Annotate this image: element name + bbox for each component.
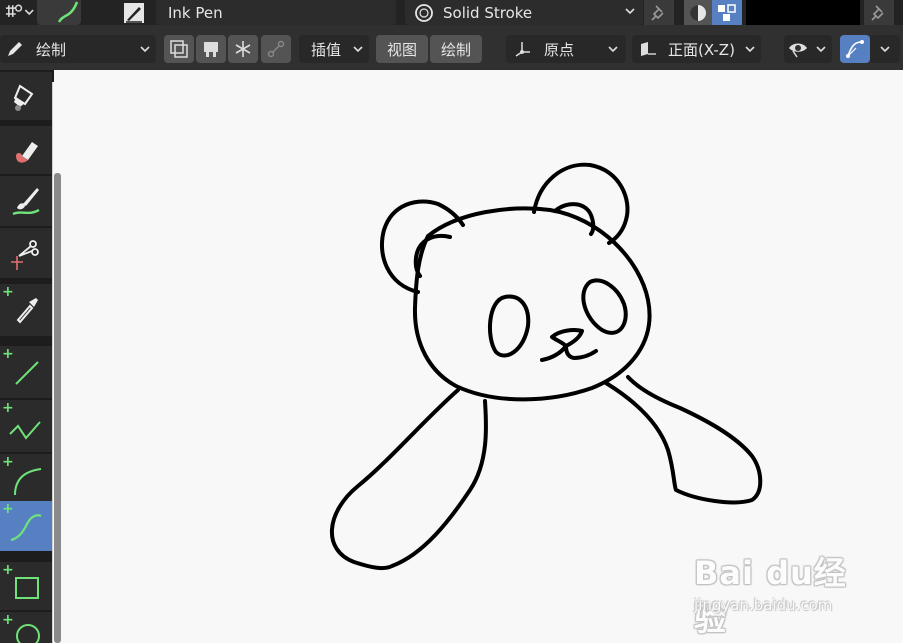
axis-origin-icon: [515, 42, 530, 57]
mode-label: 绘制: [36, 40, 67, 59]
draw-menu-button[interactable]: 绘制: [430, 35, 482, 63]
multiframe-icon[interactable]: [261, 35, 291, 63]
tint-brush-icon: [12, 188, 40, 216]
watermark-url: jingyan.baidu.com: [694, 596, 833, 614]
origin-selector[interactable]: 原点: [506, 35, 626, 63]
grid-icon[interactable]: [712, 0, 742, 25]
fill-bucket-icon: [13, 84, 34, 111]
draw-menu-label: 绘制: [440, 40, 471, 59]
left-eye-stroke: [488, 294, 531, 358]
eye-icon: [789, 43, 807, 58]
plane-label: 正面(X-Z): [668, 40, 735, 59]
pin-icon[interactable]: [864, 0, 894, 25]
tool-settings-icon[interactable]: [0, 0, 37, 25]
curve-tool[interactable]: +: [0, 501, 52, 551]
line-icon: [15, 361, 39, 385]
nose-stroke: [550, 328, 584, 348]
guides-options-button[interactable]: [870, 35, 900, 63]
cutter-tool[interactable]: [0, 228, 52, 278]
pin-icon[interactable]: [644, 0, 674, 25]
watermark: Bai du经验 jingyan.baidu.com: [694, 546, 874, 638]
circle-tool[interactable]: +: [0, 612, 52, 643]
guides-icon[interactable]: [840, 35, 870, 63]
overlay-selector[interactable]: [784, 35, 832, 63]
fill-tool[interactable]: [0, 72, 52, 120]
erase-tool[interactable]: [0, 126, 52, 174]
toolbar-scrollbar[interactable]: [54, 173, 61, 643]
plane-selector[interactable]: 正面(X-Z): [632, 35, 761, 63]
right-eye-stroke: [581, 278, 628, 335]
plane-icon: [641, 42, 656, 56]
polyline-tool[interactable]: +: [0, 400, 52, 452]
box-icon: [15, 577, 39, 599]
origin-label: 原点: [544, 40, 575, 59]
brush-icon: [120, 0, 148, 25]
brush-name-field[interactable]: Ink Pen: [156, 0, 396, 25]
top-header: Ink Pen Solid Stroke: [0, 0, 903, 25]
chevron-down-icon: [351, 42, 365, 56]
arc-tool[interactable]: +: [0, 454, 52, 506]
eyedropper-icon: [16, 298, 38, 324]
tint-tool[interactable]: [0, 176, 52, 226]
view-menu-label: 视图: [386, 40, 417, 59]
material-selector[interactable]: Solid Stroke: [405, 0, 643, 25]
box-tool[interactable]: +: [0, 562, 52, 610]
eyedropper-tool[interactable]: +: [0, 284, 52, 336]
brush-preview-icon[interactable]: [37, 0, 81, 25]
material-sphere-icon: [415, 3, 433, 22]
tool-header: 绘制 插值 视图 绘制 原点 正面(X-Z): [0, 25, 903, 70]
layer-copy-icon[interactable]: [164, 35, 194, 63]
chevron-down-icon: [138, 42, 152, 56]
brush-name-label: Ink Pen: [168, 3, 223, 22]
scissors-icon: [11, 240, 39, 270]
color-field[interactable]: [746, 0, 860, 25]
left-leg-stroke: [329, 388, 488, 571]
material-name-label: Solid Stroke: [443, 3, 533, 22]
shading-icon[interactable]: [684, 0, 712, 25]
interpolation-label: 插值: [311, 40, 342, 59]
toolbar: + + + + + + +: [0, 70, 62, 643]
mode-selector[interactable]: 绘制: [0, 35, 156, 63]
chevron-down-icon: [878, 42, 892, 56]
arc-icon: [14, 468, 42, 496]
pencil-icon: [8, 42, 22, 56]
mouth-stroke: [540, 344, 598, 362]
right-leg-stroke: [604, 375, 763, 505]
right-ear-inner-stroke: [553, 202, 596, 236]
view-menu-button[interactable]: 视图: [376, 35, 428, 63]
circle-icon: [16, 624, 40, 643]
chevron-down-icon: [743, 42, 757, 56]
chevron-down-icon: [623, 4, 637, 18]
chevron-down-icon: [814, 42, 828, 56]
line-tool[interactable]: +: [0, 346, 52, 398]
eraser-icon: [16, 142, 38, 163]
watermark-logo: Bai du经验: [694, 554, 847, 638]
freeze-icon[interactable]: [228, 35, 258, 63]
autokey-icon[interactable]: [196, 35, 226, 63]
interpolation-selector[interactable]: 插值: [299, 35, 369, 63]
chevron-down-icon: [606, 42, 620, 56]
